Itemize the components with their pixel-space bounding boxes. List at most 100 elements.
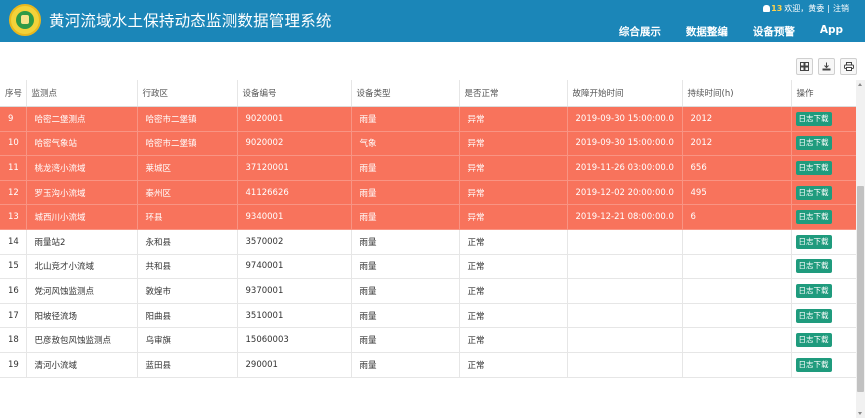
log-download-button[interactable]: 日志下载 — [795, 234, 832, 249]
header-device-id[interactable]: 设备编号 — [237, 80, 352, 107]
cell-device-id: 9340001 — [237, 204, 352, 230]
grid-icon[interactable] — [796, 58, 813, 75]
cell-duration: 495 — [682, 180, 792, 206]
cell-action: 日志下载 — [791, 303, 856, 329]
cell-action: 日志下载 — [791, 229, 856, 255]
cell-duration: 2012 — [682, 106, 792, 132]
user-bar: 13 欢迎，黄委 | 注销 — [763, 3, 849, 14]
log-download-button[interactable]: 日志下载 — [795, 136, 832, 151]
cell-duration — [682, 254, 792, 280]
notification-count[interactable]: 13 — [771, 4, 782, 13]
cell-device-type: 雨量 — [351, 155, 460, 181]
log-download-button[interactable]: 日志下载 — [795, 160, 832, 175]
cell-device-type: 雨量 — [351, 229, 460, 255]
cell-status: 异常 — [459, 204, 568, 230]
log-download-button[interactable]: 日志下载 — [795, 259, 832, 274]
header-status[interactable]: 是否正常 — [459, 80, 568, 107]
vertical-scrollbar[interactable] — [856, 80, 865, 418]
cell-region: 莱城区 — [137, 155, 238, 181]
cell-device-id: 9020001 — [237, 106, 352, 132]
cell-fault-start: 2019-11-26 03:00:00.0 — [567, 155, 683, 181]
cell-device-id: 41126626 — [237, 180, 352, 206]
nav-item-data-compile[interactable]: 数据整编 — [686, 24, 728, 39]
table-header-row: 序号 监测点 行政区 设备编号 设备类型 是否正常 故障开始时间 持续时间(h)… — [0, 80, 856, 107]
cell-duration — [682, 352, 792, 378]
cell-index: 19 — [0, 352, 27, 378]
header-site[interactable]: 监测点 — [26, 80, 138, 107]
cell-status: 正常 — [459, 254, 568, 280]
scrollbar-thumb[interactable] — [857, 186, 864, 392]
table-row[interactable]: 11 桃龙湾小流域 莱城区 37120001 雨量 异常 2019-11-26 … — [0, 155, 856, 181]
cell-site: 哈密二堡测点 — [26, 106, 138, 132]
cell-duration: 6 — [682, 204, 792, 230]
cell-device-type: 雨量 — [351, 106, 460, 132]
cell-duration: 656 — [682, 155, 792, 181]
cell-status: 正常 — [459, 303, 568, 329]
cell-index: 14 — [0, 229, 27, 255]
print-icon[interactable] — [840, 58, 857, 75]
cell-duration — [682, 303, 792, 329]
cell-site: 北山竞才小流域 — [26, 254, 138, 280]
cell-device-id: 37120001 — [237, 155, 352, 181]
log-download-button[interactable]: 日志下载 — [795, 185, 832, 200]
table-row[interactable]: 19 清河小流域 蓝田县 290001 雨量 正常 日志下载 — [0, 352, 856, 378]
cell-fault-start: 2019-12-21 08:00:00.0 — [567, 204, 683, 230]
cell-device-type: 雨量 — [351, 303, 460, 329]
cell-status: 正常 — [459, 352, 568, 378]
header-duration[interactable]: 持续时间(h) — [682, 80, 792, 107]
cell-region: 共和县 — [137, 254, 238, 280]
cell-fault-start — [567, 254, 683, 280]
table-row[interactable]: 14 雨量站2 永和县 3570002 雨量 正常 日志下载 — [0, 229, 856, 255]
cell-status: 异常 — [459, 155, 568, 181]
table-row[interactable]: 13 城西川小流域 环县 9340001 雨量 异常 2019-12-21 08… — [0, 204, 856, 230]
log-download-button[interactable]: 日志下载 — [795, 308, 832, 323]
log-download-button[interactable]: 日志下载 — [795, 111, 832, 126]
welcome-text: 欢迎，黄委 — [784, 4, 825, 13]
cell-device-id: 290001 — [237, 352, 352, 378]
table-row[interactable]: 18 巴彦敖包风蚀监测点 乌审旗 15060003 雨量 正常 日志下载 — [0, 327, 856, 353]
log-download-button[interactable]: 日志下载 — [795, 210, 832, 225]
table-row[interactable]: 16 党河风蚀监测点 敦煌市 9370001 雨量 正常 日志下载 — [0, 278, 856, 304]
download-icon[interactable] — [818, 58, 835, 75]
log-download-button[interactable]: 日志下载 — [795, 357, 832, 372]
cell-device-type: 雨量 — [351, 278, 460, 304]
main-nav: 综合展示 数据整编 设备预警 App — [594, 24, 843, 39]
cell-fault-start — [567, 303, 683, 329]
cell-device-id: 3510001 — [237, 303, 352, 329]
cell-region: 阳曲县 — [137, 303, 238, 329]
cell-region: 蓝田县 — [137, 352, 238, 378]
cell-fault-start: 2019-12-02 20:00:00.0 — [567, 180, 683, 206]
cell-region: 乌审旗 — [137, 327, 238, 353]
header-region[interactable]: 行政区 — [137, 80, 238, 107]
log-download-button[interactable]: 日志下载 — [795, 333, 832, 348]
cell-region: 环县 — [137, 204, 238, 230]
logout-link[interactable]: 注销 — [833, 3, 849, 14]
cell-site: 雨量站2 — [26, 229, 138, 255]
table-row[interactable]: 10 哈密气象站 哈密市二堡镇 9020002 气象 异常 2019-09-30… — [0, 131, 856, 157]
cell-duration — [682, 229, 792, 255]
cell-fault-start — [567, 327, 683, 353]
cell-site: 清河小流域 — [26, 352, 138, 378]
cell-action: 日志下载 — [791, 278, 856, 304]
nav-item-overview[interactable]: 综合展示 — [619, 24, 661, 39]
scroll-down-arrow-icon[interactable] — [856, 409, 865, 418]
cell-device-id: 9370001 — [237, 278, 352, 304]
bell-icon[interactable] — [763, 5, 771, 12]
cell-site: 桃龙湾小流域 — [26, 155, 138, 181]
header-fault-start[interactable]: 故障开始时间 — [567, 80, 683, 107]
cell-index: 16 — [0, 278, 27, 304]
table-row[interactable]: 15 北山竞才小流域 共和县 9740001 雨量 正常 日志下载 — [0, 254, 856, 280]
scroll-up-arrow-icon[interactable] — [856, 80, 865, 89]
header-device-type[interactable]: 设备类型 — [351, 80, 460, 107]
table-row[interactable]: 9 哈密二堡测点 哈密市二堡镇 9020001 雨量 异常 2019-09-30… — [0, 106, 856, 132]
table-row[interactable]: 12 罗玉沟小流域 秦州区 41126626 雨量 异常 2019-12-02 … — [0, 180, 856, 206]
cell-index: 18 — [0, 327, 27, 353]
nav-item-app[interactable]: App — [820, 24, 843, 39]
header-index[interactable]: 序号 — [0, 80, 27, 107]
cell-device-type: 雨量 — [351, 204, 460, 230]
table-row[interactable]: 17 阳坡径流场 阳曲县 3510001 雨量 正常 日志下载 — [0, 303, 856, 329]
log-download-button[interactable]: 日志下载 — [795, 283, 832, 298]
cell-action: 日志下载 — [791, 352, 856, 378]
cell-index: 11 — [0, 155, 27, 181]
nav-item-device-warning[interactable]: 设备预警 — [753, 24, 795, 39]
